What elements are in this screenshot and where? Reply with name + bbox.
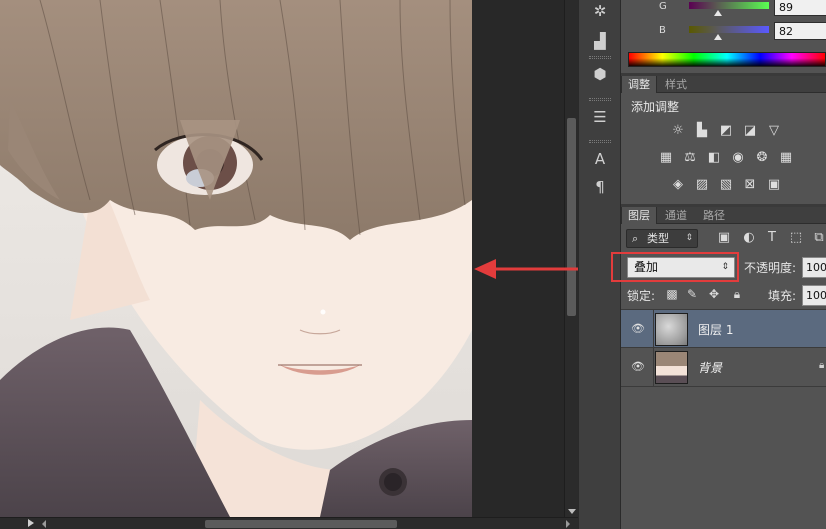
opacity-label: 不透明度: — [744, 261, 797, 275]
lock-label: 锁定: — [627, 289, 656, 303]
black-white-icon[interactable]: ◧ — [706, 150, 722, 166]
pixel-filter-icon[interactable]: ▣ — [716, 230, 732, 246]
scroll-left-arrow-icon[interactable] — [42, 520, 46, 528]
threshold-icon[interactable]: ▧ — [718, 177, 734, 193]
levels-icon[interactable]: ▙ — [694, 123, 710, 139]
lock-image-icon[interactable]: ✎ — [685, 287, 699, 301]
g-slider-knob[interactable] — [714, 10, 722, 16]
photo-filter-icon[interactable]: ◉ — [730, 150, 746, 166]
fill-field[interactable]: 100% — [802, 285, 826, 306]
opacity-field[interactable]: 100% — [802, 257, 826, 278]
tab-styles[interactable]: 样式 — [659, 76, 693, 93]
b-slider-knob[interactable] — [714, 34, 722, 40]
g-slider[interactable] — [689, 2, 769, 9]
lock-position-icon[interactable]: ✥ — [707, 287, 721, 301]
document-canvas[interactable] — [0, 0, 472, 517]
g-value-field[interactable]: 89 — [774, 0, 826, 16]
blend-mode-highlight — [611, 252, 739, 282]
layer-thumbnail[interactable] — [655, 313, 688, 346]
color-row-b: B 82 — [629, 22, 826, 42]
dock-grip[interactable] — [589, 140, 611, 143]
exposure-icon[interactable]: ◪ — [742, 123, 758, 139]
horizontal-scroll-thumb[interactable] — [205, 520, 397, 528]
lock-icon: 🔒︎ — [819, 360, 825, 371]
eye-icon[interactable]: 👁︎ — [631, 322, 645, 336]
b-value-field[interactable]: 82 — [774, 22, 826, 40]
vibrance-icon[interactable]: ▽ — [766, 123, 782, 139]
invert-icon[interactable]: ◈ — [670, 177, 686, 193]
curves-icon[interactable]: ◩ — [718, 123, 734, 139]
gradient-map-icon[interactable]: ▣ — [766, 177, 782, 193]
scroll-down-arrow-icon[interactable] — [568, 509, 576, 514]
tab-paths[interactable]: 路径 — [697, 207, 731, 224]
layer-name[interactable]: 背景 — [698, 359, 722, 376]
layer-filter-label: 类型 — [647, 232, 669, 245]
lock-transparent-icon[interactable]: ▩ — [665, 287, 679, 301]
layer-filter-select[interactable]: ⌕ 类型 ⇕ — [626, 229, 698, 248]
shape-filter-icon[interactable]: ⬚ — [788, 230, 804, 246]
play-icon[interactable] — [28, 519, 34, 527]
properties-icon[interactable]: ☰ — [587, 106, 613, 128]
adjustments-tabbar: 调整 样式 — [621, 76, 826, 93]
layers-tabbar: 图层 通道 路径 — [621, 207, 826, 224]
layer-row-background[interactable]: 👁︎ 背景 🔒︎ — [621, 348, 826, 387]
search-icon: ⌕ — [632, 232, 639, 245]
horizontal-scrollbar[interactable] — [0, 517, 578, 529]
navigator-icon[interactable]: ✲ — [587, 0, 613, 22]
character-icon[interactable]: A — [587, 148, 613, 170]
paragraph-icon[interactable]: ¶ — [587, 176, 613, 198]
tab-layers[interactable]: 图层 — [621, 207, 657, 224]
adjustment-filter-icon[interactable]: ◐ — [741, 230, 757, 246]
updown-icon: ⇕ — [685, 233, 693, 243]
tab-adjustments[interactable]: 调整 — [621, 76, 657, 93]
histogram-icon[interactable]: ▟ — [587, 30, 613, 52]
vertical-scroll-thumb[interactable] — [567, 118, 576, 316]
channel-mixer-icon[interactable]: ❂ — [754, 150, 770, 166]
smart-object-filter-icon[interactable]: ⧉ — [811, 230, 826, 246]
posterize-icon[interactable]: ▨ — [694, 177, 710, 193]
type-filter-icon[interactable]: T — [764, 230, 780, 246]
layer-thumbnail[interactable] — [655, 351, 688, 384]
layer-name[interactable]: 图层 1 — [698, 321, 733, 338]
g-channel-label: G — [659, 1, 667, 12]
dock-grip[interactable] — [589, 56, 611, 59]
b-channel-label: B — [659, 25, 666, 36]
artwork-image — [0, 0, 472, 517]
3d-cube-icon[interactable]: ⬢ — [587, 63, 613, 85]
brightness-icon[interactable]: ☼ — [670, 123, 686, 139]
color-row-g: G 89 — [629, 0, 826, 18]
b-slider[interactable] — [689, 26, 769, 33]
color-spectrum-bar[interactable] — [628, 52, 826, 67]
eye-icon[interactable]: 👁︎ — [631, 360, 645, 374]
scroll-right-arrow-icon[interactable] — [566, 520, 570, 528]
selective-color-icon[interactable]: ⊠ — [742, 177, 758, 193]
color-lookup-icon[interactable]: ▦ — [778, 150, 794, 166]
hue-saturation-icon[interactable]: ▦ — [658, 150, 674, 166]
fill-label: 填充: — [768, 289, 797, 303]
lock-all-icon[interactable]: 🔒︎ — [730, 287, 744, 301]
tab-channels[interactable]: 通道 — [659, 207, 693, 224]
layer-row-layer1[interactable]: 👁︎ 图层 1 — [621, 309, 826, 349]
dock-grip[interactable] — [589, 98, 611, 101]
add-adjustment-title: 添加调整 — [631, 100, 680, 114]
color-balance-icon[interactable]: ⚖ — [682, 150, 698, 166]
